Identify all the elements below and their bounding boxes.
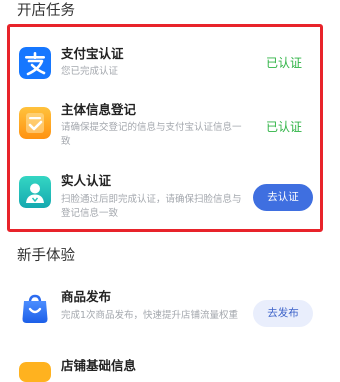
go-verify-button[interactable]: 去认证 <box>253 184 313 211</box>
verified-status: 已认证 <box>265 56 302 70</box>
task-description: 扫脸通过后即完成认证，请确保扫脸信息与登记信息一致 <box>61 194 242 219</box>
store-info-icon <box>19 362 51 382</box>
task-title: 店铺基础信息 <box>61 358 137 373</box>
section-title-newbie: 新手体验 <box>17 248 75 264</box>
task-description: 您已完成认证 <box>61 66 119 77</box>
alipay-icon <box>19 47 51 79</box>
shopping-bag-icon <box>19 292 51 324</box>
task-title: 支付宝认证 <box>61 46 124 61</box>
verified-status: 已认证 <box>265 120 302 134</box>
task-title: 商品发布 <box>61 289 112 304</box>
task-title: 主体信息登记 <box>61 102 137 117</box>
section-title-open-store: 开店任务 <box>17 3 75 19</box>
task-title: 实人认证 <box>61 173 112 188</box>
task-description: 完成1次商品发布，快速提升店铺流量权重 <box>61 310 239 321</box>
go-publish-button[interactable]: 去发布 <box>253 300 313 327</box>
task-description: 请确保提交登记的信息与支付宝认证信息一致 <box>61 122 242 147</box>
person-id-icon <box>19 176 51 208</box>
document-check-icon <box>19 107 51 139</box>
